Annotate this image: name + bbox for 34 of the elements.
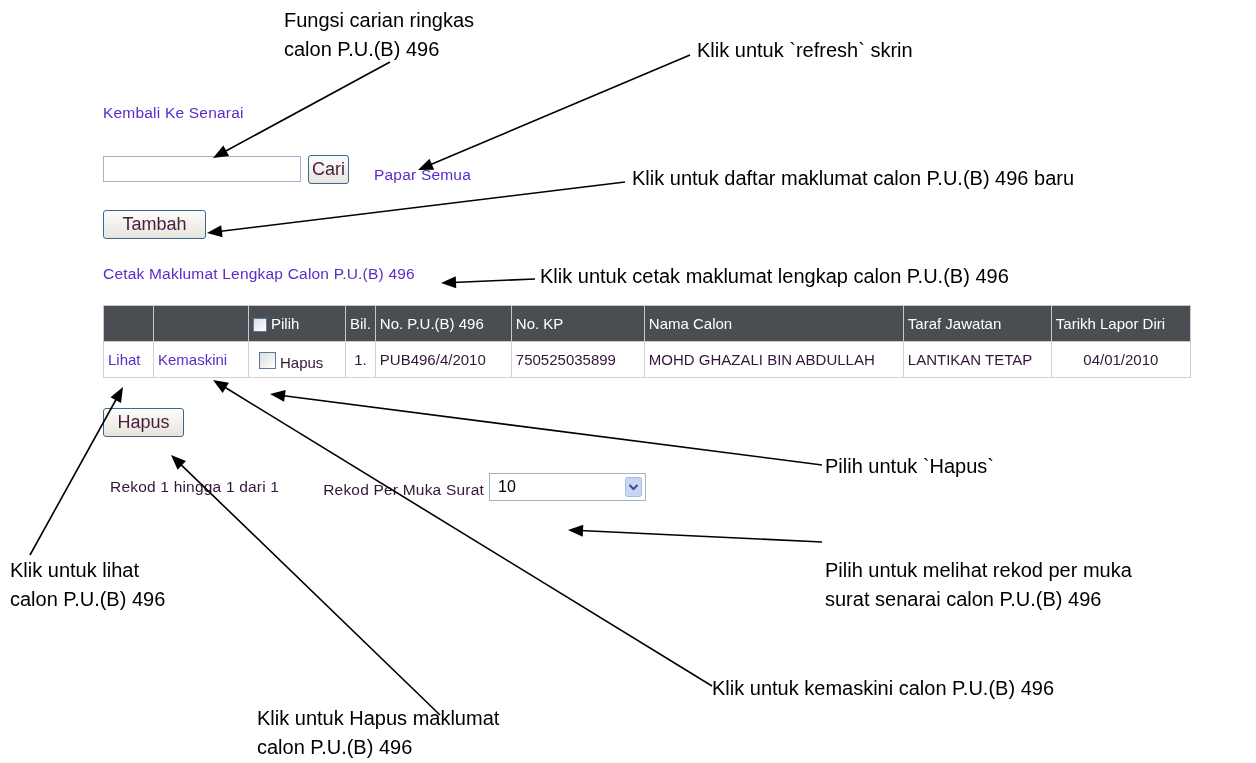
annotation-text: Klik untuk `refresh` skrin [697, 38, 913, 63]
annotation-text: Klik untuk Hapus maklumat calon P.U.(B) 496 [257, 706, 500, 760]
table-cell: PUB496/4/2010 [375, 341, 512, 378]
row-checkbox[interactable] [259, 351, 276, 369]
checkbox-label: Pilih [271, 315, 300, 332]
table-cell: 750525035899 [511, 341, 645, 378]
back-link[interactable]: Kembali Ke Senarai [103, 104, 244, 122]
table-cell: 1. [345, 341, 376, 378]
show-all-link[interactable]: Papar Semua [374, 166, 471, 184]
column-header: Bil. [345, 305, 376, 342]
column-header: No. KP [511, 305, 645, 342]
column-header: Taraf Jawatan [903, 305, 1052, 342]
annotation-text: Pilih untuk melihat rekod per muka surat senarai calon P.U.(B) 496 [825, 558, 1132, 612]
add-button[interactable]: Tambah [103, 210, 206, 239]
annotation-text: Pilih untuk `Hapus` [825, 454, 994, 479]
column-header: Nama Calon [644, 305, 904, 342]
column-header: Tarikh Lapor Diri [1051, 305, 1191, 342]
annotation-text: Klik untuk daftar maklumat calon P.U.(B) 496 baru [632, 166, 1075, 191]
annotation-text: Klik untuk kemaskini calon P.U.(B) 496 [712, 676, 1054, 701]
annotation-text: Klik untuk lihat calon P.U.(B) 496 [10, 558, 166, 612]
search-field[interactable] [103, 156, 301, 182]
table-cell: 04/01/2010 [1051, 341, 1191, 378]
table-cell: MOHD GHAZALI BIN ABDULLAH [644, 341, 904, 378]
delete-button[interactable]: Hapus [103, 408, 184, 437]
column-header: No. P.U.(B) 496 [375, 305, 512, 342]
checkbox-label: Hapus [280, 354, 324, 372]
dropdown-icon[interactable] [625, 477, 642, 497]
table-cell: LANTIKAN TETAP [903, 341, 1052, 378]
annotation-text: Fungsi carian ringkas calon P.U.(B) 496 [284, 8, 475, 62]
select-all-checkbox[interactable] [253, 318, 267, 332]
per-page-select[interactable]: 10 [489, 473, 646, 501]
search-button[interactable]: Cari [308, 154, 349, 184]
print-link[interactable]: Cetak Maklumat Lengkap Calon P.U.(B) 496 [103, 265, 415, 283]
annotation-text: Klik untuk cetak maklumat lengkap calon P.U.(B) 496 [540, 264, 1009, 289]
